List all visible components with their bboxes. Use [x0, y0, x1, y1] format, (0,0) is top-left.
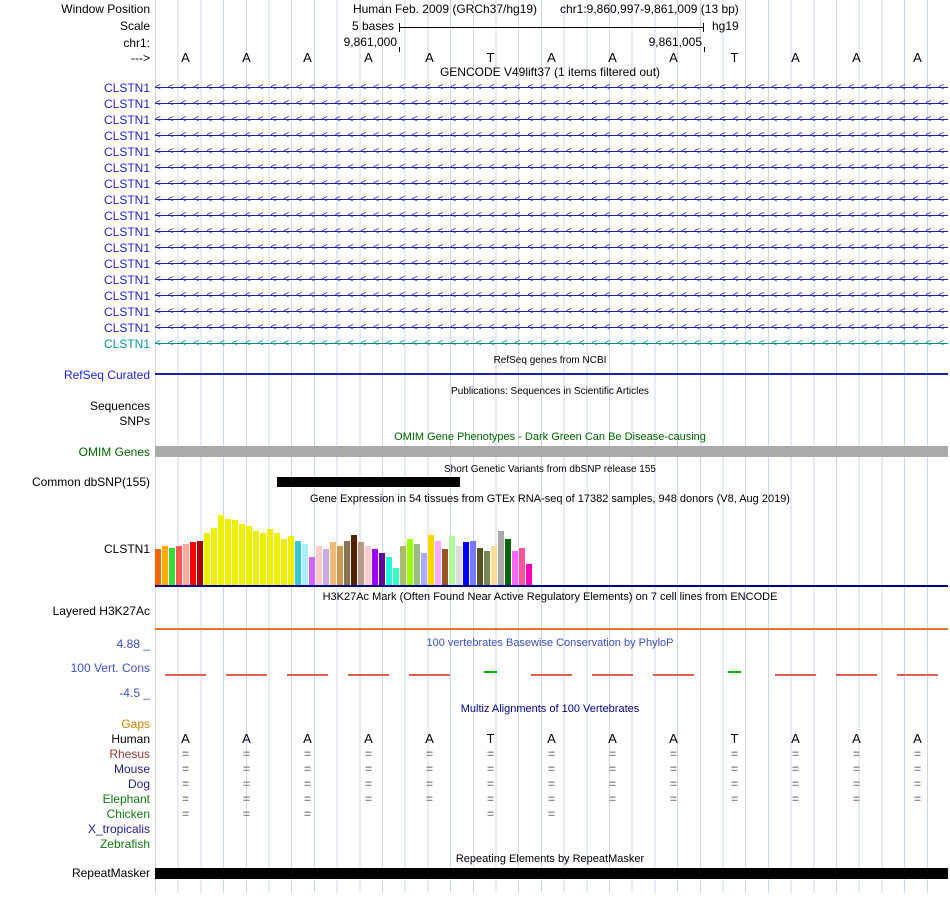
repeatmasker-element-bar[interactable]	[155, 868, 948, 879]
repeatmasker-track-title: Repeating Elements by RepeatMasker	[455, 853, 645, 865]
alignment-mark: =	[242, 762, 250, 776]
alignment-mark: =	[242, 777, 250, 791]
species-label: Human	[111, 732, 150, 746]
aligned-base: A	[791, 731, 800, 746]
alignment-mark: =	[913, 792, 921, 806]
alignment-mark: =	[425, 792, 433, 806]
alignment-row[interactable]: = = = = = = = = = = = = =	[155, 762, 948, 776]
alignment-mark: =	[242, 807, 250, 821]
alignment-mark: =	[913, 777, 921, 791]
alignment-mark: =	[852, 777, 860, 791]
alignment-mark: =	[425, 762, 433, 776]
aligned-base: A	[913, 731, 922, 746]
species-label: Rhesus	[109, 747, 150, 761]
alignment-mark: =	[486, 807, 494, 821]
alignment-mark: =	[791, 762, 799, 776]
alignment-mark: =	[364, 747, 372, 761]
alignment-mark: =	[303, 762, 311, 776]
alignment-mark: =	[181, 807, 189, 821]
alignment-mark: =	[913, 747, 921, 761]
species-label: Gaps	[121, 717, 150, 731]
alignment-mark: =	[730, 762, 738, 776]
alignment-mark: =	[547, 777, 555, 791]
alignment-mark: =	[425, 747, 433, 761]
repeatmasker-label: RepeatMasker	[71, 866, 150, 880]
alignment-mark: =	[913, 762, 921, 776]
aligned-base: A	[608, 731, 617, 746]
aligned-base: A	[364, 731, 373, 746]
aligned-base: T	[730, 731, 739, 746]
alignment-mark: =	[486, 792, 494, 806]
alignment-mark: =	[242, 792, 250, 806]
alignment-row[interactable]: = = = = =	[155, 807, 948, 821]
aligned-base: A	[303, 731, 312, 746]
alignment-mark: =	[669, 777, 677, 791]
alignment-mark: =	[181, 792, 189, 806]
aligned-base: A	[425, 731, 434, 746]
species-label: Mouse	[113, 762, 150, 776]
aligned-base: A	[242, 731, 251, 746]
aligned-base: A	[669, 731, 678, 746]
alignment-mark: =	[364, 762, 372, 776]
alignment-mark: =	[730, 792, 738, 806]
alignment-mark: =	[791, 777, 799, 791]
alignment-mark: =	[852, 747, 860, 761]
alignment-mark: =	[486, 777, 494, 791]
alignment-mark: =	[242, 747, 250, 761]
alignment-row[interactable]: = = = = = = = = = = = = =	[155, 792, 948, 806]
alignment-mark: =	[791, 792, 799, 806]
alignment-mark: =	[852, 792, 860, 806]
alignment-mark: =	[852, 762, 860, 776]
alignment-mark: =	[181, 762, 189, 776]
alignment-mark: =	[669, 792, 677, 806]
alignment-mark: =	[425, 777, 433, 791]
alignment-mark: =	[181, 777, 189, 791]
multiz-alignment-rows: Gaps Human A A A A A T A A A T A A A Rhesus = = = = = = = = = = = =…	[0, 0, 950, 898]
aligned-base: A	[181, 731, 190, 746]
alignment-mark: =	[303, 747, 311, 761]
aligned-base: A	[852, 731, 861, 746]
species-label: Chicken	[106, 807, 150, 821]
alignment-row[interactable]: = = = = = = = = = = = = =	[155, 747, 948, 761]
alignment-mark: =	[486, 747, 494, 761]
alignment-row[interactable]: = = = = = = = = = = = = =	[155, 777, 948, 791]
alignment-mark: =	[608, 777, 616, 791]
alignment-mark: =	[486, 762, 494, 776]
alignment-mark: =	[547, 807, 555, 821]
alignment-mark: =	[547, 747, 555, 761]
alignment-mark: =	[730, 747, 738, 761]
alignment-mark: =	[608, 792, 616, 806]
alignment-mark: =	[303, 807, 311, 821]
species-label: Zebrafish	[99, 837, 150, 851]
alignment-mark: =	[364, 777, 372, 791]
aligned-base: A	[547, 731, 556, 746]
alignment-row[interactable]: AAAAATAAATAAA	[155, 732, 948, 746]
alignment-mark: =	[608, 762, 616, 776]
alignment-mark: =	[608, 747, 616, 761]
alignment-mark: =	[181, 747, 189, 761]
alignment-mark: =	[547, 762, 555, 776]
alignment-mark: =	[791, 747, 799, 761]
alignment-mark: =	[669, 747, 677, 761]
alignment-mark: =	[547, 792, 555, 806]
alignment-mark: =	[730, 777, 738, 791]
species-label: Dog	[127, 777, 150, 791]
alignment-mark: =	[303, 792, 311, 806]
species-label: X_tropicalis	[87, 822, 150, 836]
alignment-mark: =	[364, 792, 372, 806]
alignment-mark: =	[669, 762, 677, 776]
species-label: Elephant	[102, 792, 150, 806]
alignment-mark: =	[303, 777, 311, 791]
genome-browser-view: Window Position Human Feb. 2009 (GRCh37/…	[0, 0, 950, 898]
aligned-base: T	[486, 731, 495, 746]
